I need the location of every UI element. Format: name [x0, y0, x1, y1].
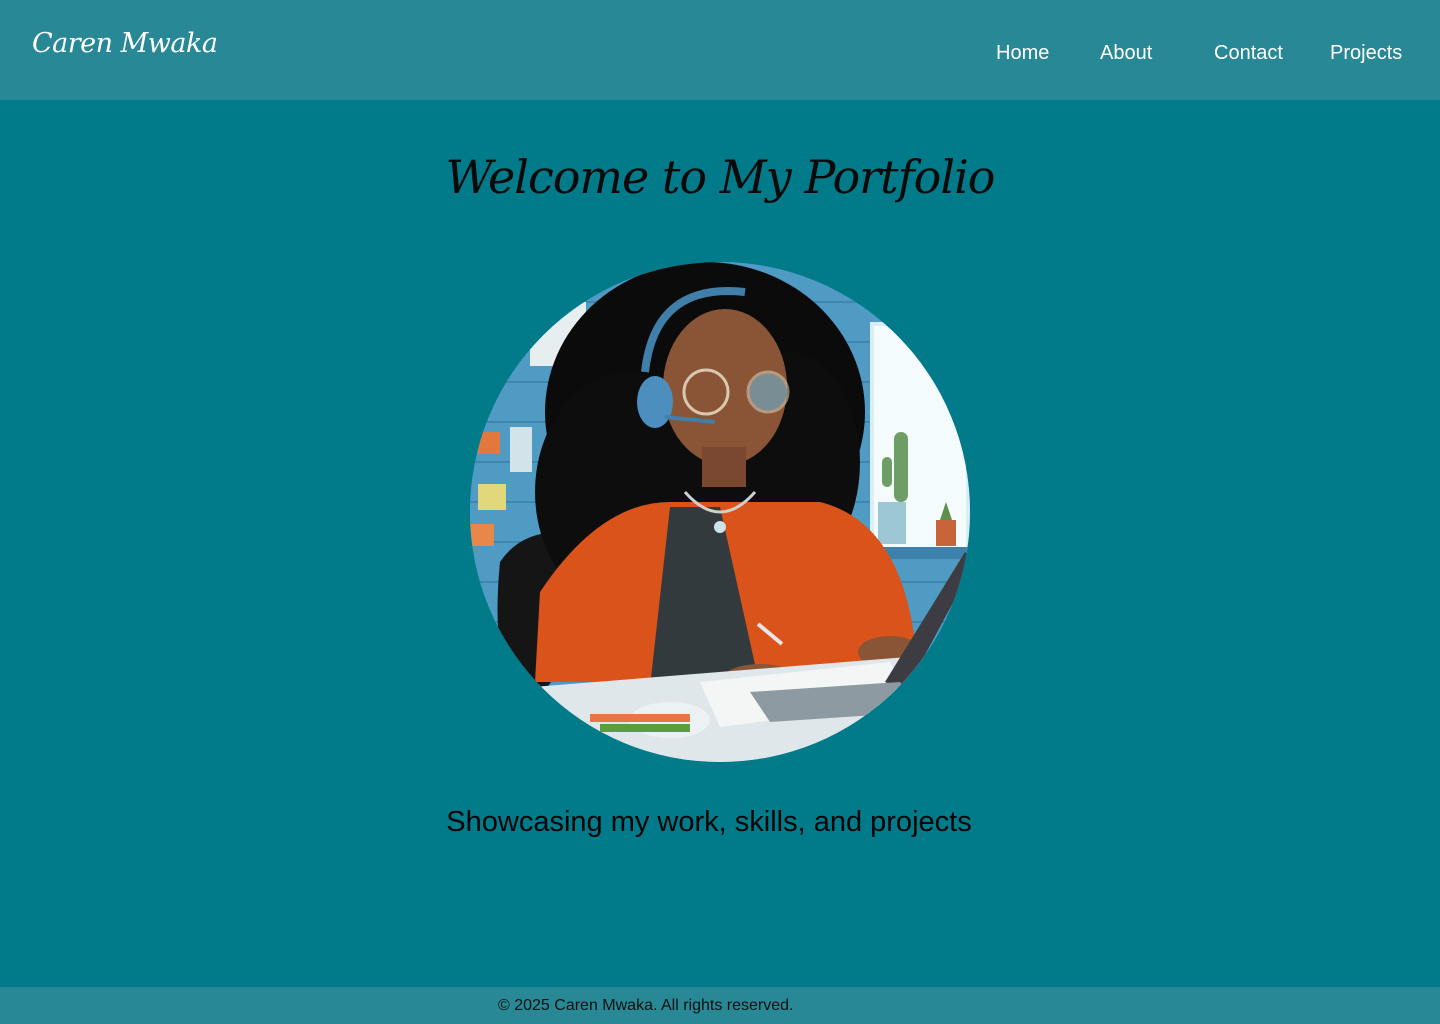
- hero-tagline: Showcasing my work, skills, and projects: [446, 806, 972, 838]
- site-logo[interactable]: Caren Mwaka: [32, 28, 218, 59]
- profile-illustration: [470, 262, 970, 762]
- copyright-text: © 2025 Caren Mwaka. All rights reserved.: [498, 997, 794, 1014]
- illustration-artwork: [470, 262, 970, 762]
- page-title: Welcome to My Portfolio: [445, 150, 996, 204]
- site-header: Caren Mwaka Home About Contact Projects: [0, 0, 1440, 100]
- nav-about-link[interactable]: About: [1100, 42, 1152, 70]
- nav-home-link[interactable]: Home: [996, 42, 1049, 70]
- nav-contact-link[interactable]: Contact: [1214, 42, 1283, 70]
- site-footer: © 2025 Caren Mwaka. All rights reserved.: [0, 987, 1440, 1024]
- nav-projects-link[interactable]: Projects: [1330, 42, 1402, 70]
